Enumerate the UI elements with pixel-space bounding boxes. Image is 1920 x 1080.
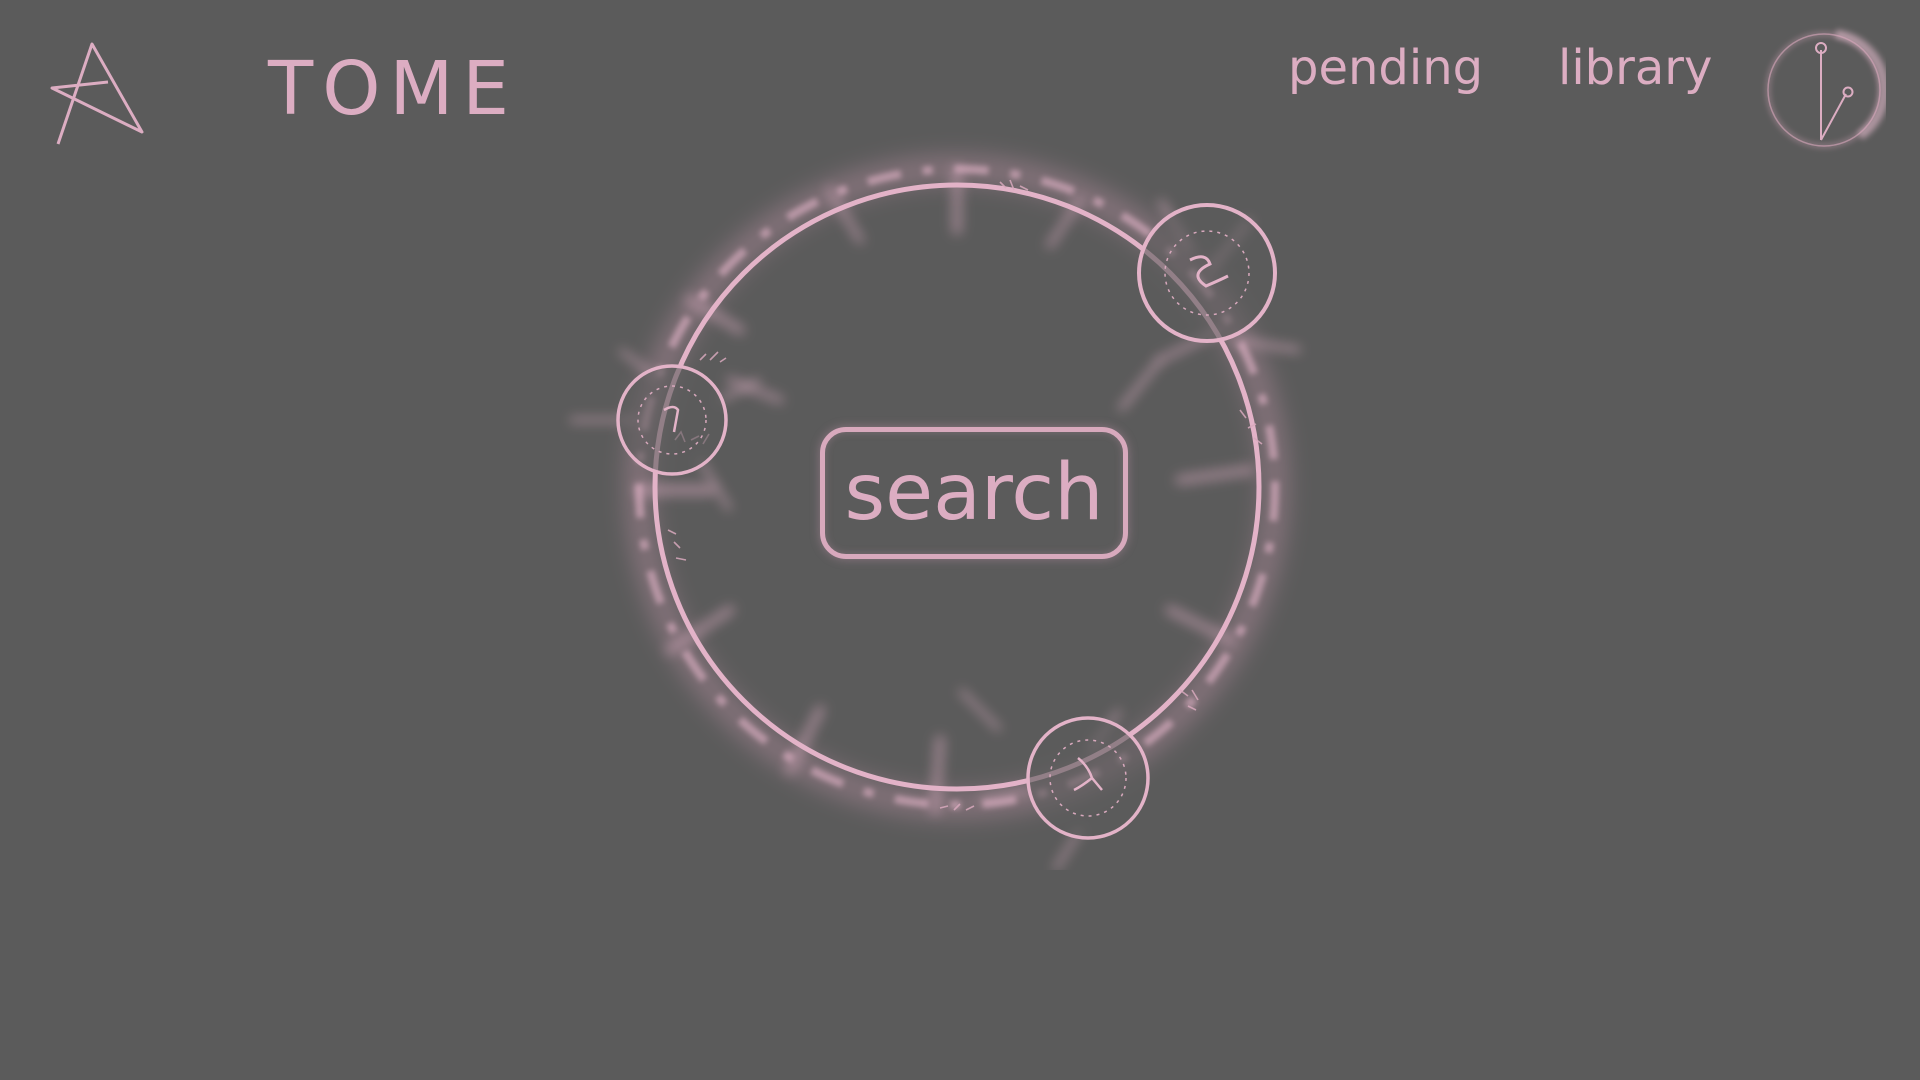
clock-icon[interactable] — [1756, 20, 1886, 158]
nav-pending-link[interactable]: pending — [1288, 44, 1483, 92]
star-logo-icon[interactable] — [48, 40, 148, 148]
brand-title: TOME — [268, 46, 519, 132]
page: TOME pending library search — [0, 0, 1920, 1080]
nav-library-link[interactable]: library — [1558, 44, 1712, 92]
search-button[interactable]: search — [820, 427, 1128, 559]
